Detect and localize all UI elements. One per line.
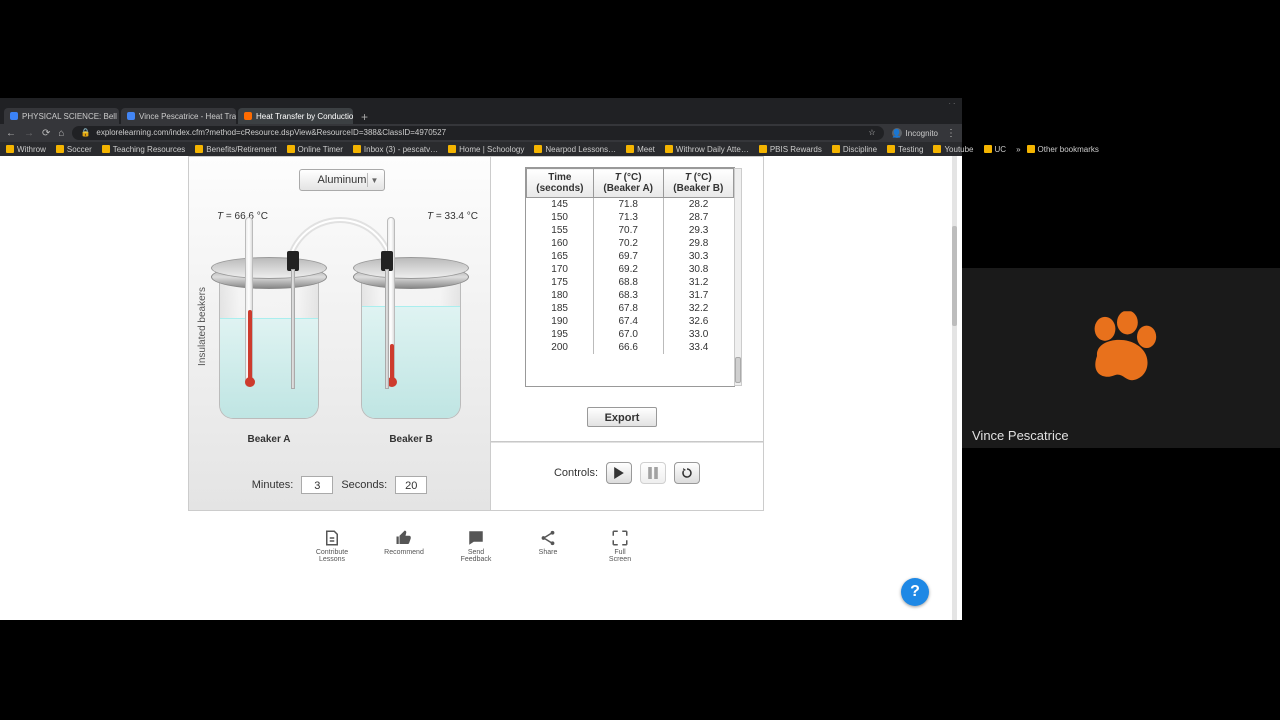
incognito-indicator: 👤 Incognito [892, 128, 938, 138]
address-bar: ← → ⟳ ⌂ 🔒 explorelearning.com/index.cfm?… [0, 124, 962, 142]
minutes-field[interactable]: 3 [301, 476, 333, 494]
time-display: Minutes: 3 Seconds: 20 [189, 476, 490, 494]
bookmark-item[interactable]: UC [984, 145, 1007, 154]
beaker-b-label: Beaker B [351, 434, 471, 445]
overflow-icon[interactable]: » [1016, 145, 1020, 154]
export-button[interactable]: Export [587, 407, 657, 427]
thumbs-up-icon [395, 529, 413, 547]
browser-tab[interactable]: Vince Pescatrice - Heat Transfer…× [121, 108, 236, 124]
bookmark-item[interactable]: Testing [887, 145, 923, 154]
beaker-a-label: Beaker A [209, 434, 329, 445]
divider [491, 441, 763, 443]
pause-button[interactable] [640, 462, 666, 484]
lock-icon: 🔒 [80, 126, 90, 140]
chat-icon [467, 529, 485, 547]
other-bookmarks[interactable]: Other bookmarks [1027, 145, 1099, 154]
share-button[interactable]: Share [526, 529, 570, 556]
send-feedback-button[interactable]: Send Feedback [454, 529, 498, 563]
menu-icon[interactable]: ⋮ [946, 128, 956, 139]
bookmark-item[interactable]: Soccer [56, 145, 92, 154]
bookmark-item[interactable]: PBIS Rewards [759, 145, 822, 154]
video-conference-panel: Vince Pescatrice [962, 0, 1280, 720]
insulated-label: Insulated beakers [197, 287, 208, 366]
bookmarks-bar: Withrow Soccer Teaching Resources Benefits/… [0, 142, 962, 156]
reset-button[interactable] [674, 462, 700, 484]
url-text: explorelearning.com/index.cfm?method=cRe… [96, 126, 446, 140]
table-row: 17069.230.8 [527, 263, 734, 276]
bookmark-item[interactable]: Teaching Resources [102, 145, 185, 154]
participant-tile[interactable]: Vince Pescatrice [962, 268, 1280, 448]
browser-tab[interactable]: Heat Transfer by Conduction Gi…× [238, 108, 353, 124]
incognito-icon: 👤 [892, 128, 902, 138]
incognito-label: Incognito [906, 129, 938, 138]
table-scrollbar[interactable] [734, 168, 742, 386]
table-row: 20066.633.4 [527, 341, 734, 354]
table-row: 15570.729.3 [527, 224, 734, 237]
minutes-label: Minutes: [252, 479, 294, 491]
table-row: 16070.229.8 [527, 237, 734, 250]
beaker-a[interactable]: Beaker A [209, 257, 329, 427]
bookmark-item[interactable]: Meet [626, 145, 655, 154]
paw-icon [1081, 311, 1161, 396]
back-icon[interactable]: ← [6, 128, 16, 139]
bookmark-item[interactable]: Benefits/Retirement [195, 145, 276, 154]
page-toolbar: Contribute Lessons Recommend Send Feedba… [188, 521, 764, 571]
recommend-button[interactable]: Recommend [382, 529, 426, 556]
bookmark-item[interactable]: Online Timer [287, 145, 343, 154]
table-row: 19567.033.0 [527, 328, 734, 341]
seconds-label: Seconds: [341, 479, 387, 491]
home-icon[interactable]: ⌂ [58, 128, 64, 139]
thermometer-a [245, 217, 253, 387]
bookmark-item[interactable]: Home | Schoology [448, 145, 524, 154]
controls-row: Controls: [491, 462, 763, 484]
seconds-field[interactable]: 20 [395, 476, 427, 494]
page-viewport: Aluminum ▼ T = T = 66.6 °C66.6 °C T = T … [0, 156, 957, 620]
table-row: 19067.432.6 [527, 315, 734, 328]
forward-icon[interactable]: → [24, 128, 34, 139]
url-input[interactable]: 🔒 explorelearning.com/index.cfm?method=c… [72, 126, 883, 140]
bookmark-item[interactable]: Discipline [832, 145, 877, 154]
table-row: 18567.832.2 [527, 302, 734, 315]
simulation-pane: Aluminum ▼ T = T = 66.6 °C66.6 °C T = T … [189, 157, 491, 510]
bookmark-item[interactable]: Withrow [6, 145, 46, 154]
chevron-down-icon: ▼ [367, 173, 381, 187]
table-row: 14571.828.2 [527, 198, 734, 212]
new-tab-button[interactable]: + [355, 110, 374, 124]
table-row: 16569.730.3 [527, 250, 734, 263]
col-beaker-b[interactable]: T (°C)(Beaker B) [663, 169, 733, 198]
star-icon[interactable]: ☆ [868, 126, 875, 140]
help-button[interactable]: ? [901, 578, 929, 606]
play-button[interactable] [606, 462, 632, 484]
table-row: 15071.328.7 [527, 211, 734, 224]
material-select[interactable]: Aluminum ▼ [299, 169, 385, 191]
tab-strip: PHYSICAL SCIENCE: Bell 5 | Sch…×Vince Pe… [0, 104, 962, 124]
col-beaker-a[interactable]: T (°C)(Beaker A) [593, 169, 663, 198]
temp-b-readout: T = T = 33.4 °C33.4 °C [427, 211, 478, 222]
page-scrollbar[interactable] [952, 156, 957, 620]
participant-name: Vince Pescatrice [972, 428, 1069, 443]
bookmark-item[interactable]: Nearpod Lessons… [534, 145, 616, 154]
document-icon [323, 529, 341, 547]
share-icon [539, 529, 557, 547]
fullscreen-button[interactable]: Full Screen [598, 529, 642, 563]
material-value: Aluminum [318, 174, 367, 186]
bookmark-item[interactable]: Inbox (3) - pescatv… [353, 145, 438, 154]
browser-tab[interactable]: PHYSICAL SCIENCE: Bell 5 | Sch…× [4, 108, 119, 124]
reload-icon[interactable]: ⟳ [42, 128, 50, 139]
col-time[interactable]: Time(seconds) [527, 169, 594, 198]
bookmark-item[interactable]: Withrow Daily Atte… [665, 145, 749, 154]
table-row: 18068.331.7 [527, 289, 734, 302]
temp-a-readout: T = T = 66.6 °C66.6 °C [217, 211, 268, 222]
gizmo-panel: Aluminum ▼ T = T = 66.6 °C66.6 °C T = T … [188, 156, 764, 511]
data-pane: Time(seconds) T (°C)(Beaker A) T (°C)(Be… [491, 157, 763, 510]
browser-window: — □ ✕ PHYSICAL SCIENCE: Bell 5 | Sch…×Vi… [0, 100, 962, 620]
fullscreen-icon [611, 529, 629, 547]
bookmark-item[interactable]: Youtube [933, 145, 973, 154]
contribute-lessons-button[interactable]: Contribute Lessons [310, 529, 354, 563]
controls-label: Controls: [554, 467, 598, 479]
table-row: 17568.831.2 [527, 276, 734, 289]
beaker-b[interactable]: Beaker B [351, 257, 471, 427]
data-table: Time(seconds) T (°C)(Beaker A) T (°C)(Be… [525, 167, 735, 387]
